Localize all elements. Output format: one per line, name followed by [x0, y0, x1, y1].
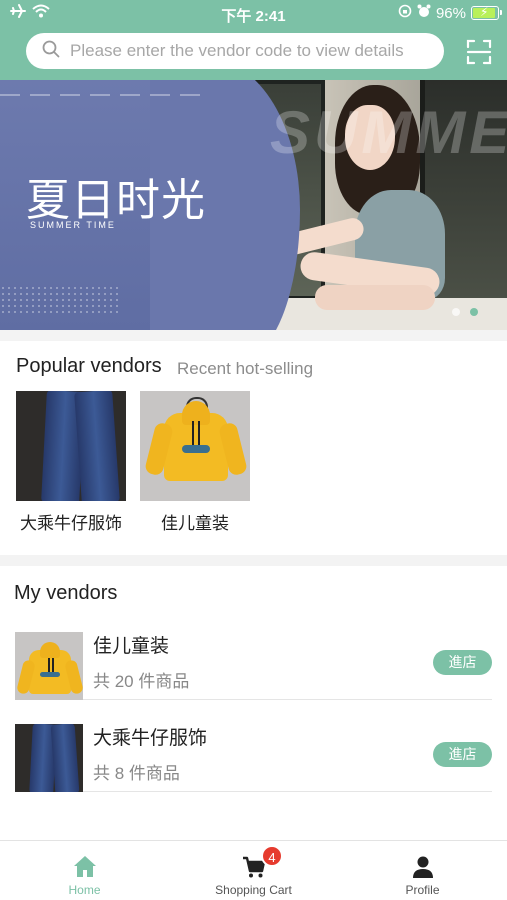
- tab-label: Profile: [405, 883, 440, 897]
- bottom-tab-bar: Home 4 Shopping Cart Profile: [0, 840, 507, 900]
- vendor-thumbnail-jeans: [15, 724, 83, 792]
- popular-vendor-card[interactable]: 佳儿童装: [140, 391, 250, 534]
- section-subtitle: Recent hot-selling: [177, 359, 314, 378]
- user-icon: [410, 854, 436, 880]
- vendor-image-hoodie: [140, 391, 250, 501]
- tab-home[interactable]: Home: [0, 841, 169, 900]
- scan-icon: [466, 39, 492, 69]
- tab-label: Home: [68, 883, 101, 897]
- banner-title: 夏日时光: [26, 175, 206, 226]
- search-bar[interactable]: [26, 33, 444, 69]
- model-leg: [315, 285, 435, 310]
- visit-store-button[interactable]: 進店: [433, 742, 492, 767]
- rotation-lock-icon: [398, 4, 412, 22]
- home-icon: [72, 854, 98, 880]
- banner-subtitle: SUMMER TIME: [30, 220, 116, 230]
- vendor-name: 佳儿童装: [161, 514, 229, 533]
- vendor-list-item[interactable]: 大乘牛仔服饰 共 8 件商品 進店: [15, 701, 492, 792]
- banner-line-decor: [0, 94, 200, 96]
- status-right: 96% ⚡: [398, 4, 502, 22]
- alarm-icon: [417, 4, 431, 22]
- vendor-name: 大乘牛仔服饰: [20, 514, 122, 533]
- scan-button[interactable]: [466, 39, 492, 65]
- popular-vendor-card[interactable]: 大乘牛仔服饰: [16, 391, 126, 534]
- header-bar: 下午 2:41 96% ⚡: [0, 0, 507, 80]
- vendor-name: 佳儿童装: [93, 636, 170, 657]
- tab-profile[interactable]: Profile: [338, 841, 507, 900]
- app-screen: 下午 2:41 96% ⚡ Please enter the vendor co…: [0, 0, 507, 900]
- battery-percent: 96%: [435, 4, 466, 22]
- popular-vendors-section: Popular vendors Recent hot-selling 大乘牛仔服…: [0, 341, 507, 555]
- banner-watermark: SUMMER: [270, 99, 507, 166]
- vendor-product-count: 共 20 件商品: [93, 672, 190, 691]
- battery-icon: ⚡: [471, 5, 502, 20]
- search-icon: [42, 40, 60, 63]
- vendor-list-item[interactable]: 佳儿童装 共 20 件商品 進店: [15, 609, 492, 700]
- section-title: My vendors: [14, 582, 118, 604]
- tab-label: Shopping Cart: [215, 883, 292, 897]
- my-vendors-section: My vendors 佳儿童装 共 20 件商品 進店 大乘牛仔服饰 共 8 件…: [0, 566, 507, 840]
- visit-store-button[interactable]: 進店: [433, 650, 492, 675]
- section-title: Popular vendors: [16, 355, 162, 377]
- status-bar: 下午 2:41 96% ⚡: [0, 0, 507, 28]
- tab-shopping-cart[interactable]: 4 Shopping Cart: [169, 841, 338, 900]
- carousel-indicator: [452, 308, 478, 316]
- vendor-product-count: 共 8 件商品: [93, 764, 180, 783]
- vendor-name: 大乘牛仔服饰: [93, 728, 208, 749]
- vendor-image-jeans: [16, 391, 126, 501]
- promo-banner[interactable]: SUMMER 夏日时光 SUMMER TIME: [0, 80, 507, 330]
- carousel-dot[interactable]: [452, 308, 460, 316]
- carousel-dot-active[interactable]: [470, 308, 478, 316]
- banner-dot-pattern: [0, 285, 120, 315]
- charging-icon: ⚡: [480, 5, 489, 19]
- vendor-thumbnail-hoodie: [15, 632, 83, 700]
- cart-count-badge: 4: [261, 845, 283, 867]
- search-input[interactable]: [70, 41, 430, 61]
